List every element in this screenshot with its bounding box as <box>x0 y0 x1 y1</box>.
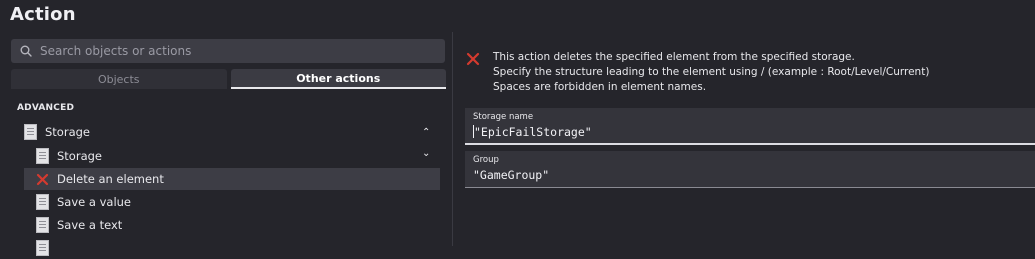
section-label-advanced: ADVANCED <box>17 103 75 113</box>
tree-item-label: Storage <box>45 125 90 139</box>
tab-other-actions[interactable]: Other actions <box>230 69 446 89</box>
search-box[interactable] <box>11 39 445 63</box>
search-icon <box>20 45 32 57</box>
storage-name-value[interactable]: "EpicFailStorage" <box>474 125 592 139</box>
description-line: Spaces are forbidden in element names. <box>493 81 707 93</box>
field-label: Group <box>473 155 499 165</box>
tree-item-label: Save a value <box>57 195 131 209</box>
storage-icon <box>24 124 37 140</box>
storage-icon <box>36 217 49 233</box>
storage-icon <box>36 240 49 256</box>
group-value[interactable]: "GameGroup" <box>473 168 1027 182</box>
action-details-panel: This action deletes the specified elemen… <box>453 0 1035 246</box>
tree-item-partial[interactable] <box>24 237 440 259</box>
search-input[interactable] <box>40 44 445 58</box>
storage-name-field[interactable]: Storage name "EpicFailStorage" <box>465 108 1035 145</box>
tree-item-delete-element[interactable]: Delete an element <box>24 168 440 190</box>
tree-item-label: Delete an element <box>57 172 164 186</box>
delete-icon <box>466 52 480 66</box>
actions-panel: Objects Other actions ADVANCED Storage ⌃… <box>0 0 452 256</box>
storage-icon <box>36 194 49 210</box>
tree-item-label: Storage <box>57 149 102 163</box>
tab-bar: Objects Other actions <box>11 69 446 89</box>
tree-item-save-value[interactable]: Save a value <box>24 191 440 213</box>
tab-objects[interactable]: Objects <box>11 69 227 89</box>
tree-item-storage-group[interactable]: Storage ⌃ <box>24 121 440 143</box>
description-line: Specify the structure leading to the ele… <box>493 66 930 78</box>
chevron-down-icon[interactable]: ⌄ <box>422 148 430 159</box>
group-field[interactable]: Group "GameGroup" <box>465 151 1035 188</box>
field-label: Storage name <box>473 112 534 122</box>
delete-icon <box>36 173 49 186</box>
tree-item-storage-subgroup[interactable]: Storage ⌄ <box>24 145 440 167</box>
chevron-up-icon[interactable]: ⌃ <box>422 127 430 138</box>
storage-icon <box>36 148 49 164</box>
description-line: This action deletes the specified elemen… <box>493 51 855 63</box>
action-description: This action deletes the specified elemen… <box>493 50 929 95</box>
tree-item-label: Save a text <box>57 218 123 232</box>
tree-item-save-text[interactable]: Save a text <box>24 214 440 236</box>
